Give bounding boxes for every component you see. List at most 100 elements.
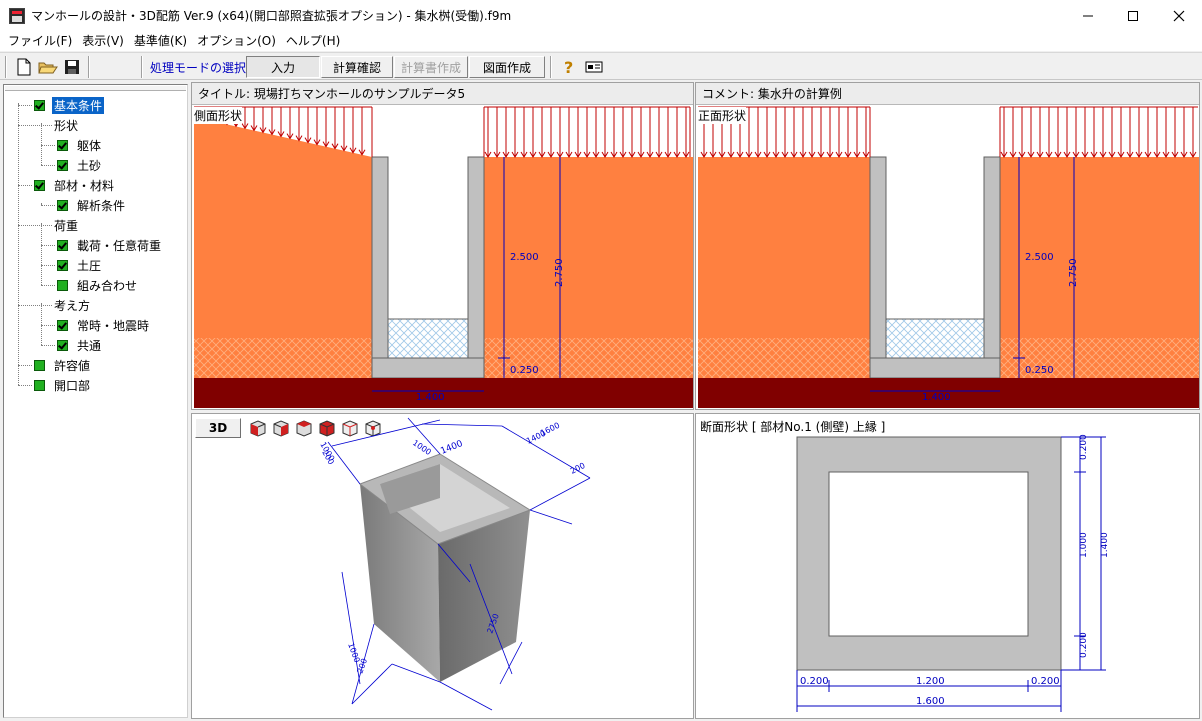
soil-right bbox=[1000, 157, 1199, 338]
dim-height-0250: 0.250 bbox=[1025, 365, 1054, 376]
tree-item-analysis-conditions[interactable]: 解析条件 bbox=[57, 195, 127, 215]
right-wall bbox=[467, 156, 485, 379]
tree-item-earth-pressure[interactable]: 土圧 bbox=[57, 255, 103, 275]
save-disk-icon[interactable] bbox=[61, 56, 83, 78]
tree-guide bbox=[41, 285, 55, 286]
tree-item-label: 開口部 bbox=[54, 378, 91, 393]
tree-guide bbox=[41, 165, 55, 166]
new-file-icon[interactable] bbox=[13, 56, 35, 78]
panel-title: コメント: 集水升の計算例 bbox=[696, 83, 1199, 105]
minimize-button[interactable] bbox=[1065, 0, 1111, 31]
menu-standard-values[interactable]: 基準値(K) bbox=[129, 31, 192, 51]
maximize-button[interactable] bbox=[1110, 0, 1156, 31]
checkbox-icon bbox=[57, 279, 68, 291]
dim-3d-200b: 200 bbox=[320, 449, 335, 467]
close-button[interactable] bbox=[1156, 0, 1202, 31]
toolbar-separator bbox=[88, 56, 90, 78]
open-folder-icon[interactable] bbox=[37, 56, 59, 78]
bottom-slab bbox=[371, 357, 485, 379]
tree-guide bbox=[41, 265, 55, 266]
drawing-create-button[interactable]: 図面作成 bbox=[469, 56, 545, 78]
dim-height-2500: 2.500 bbox=[1025, 252, 1054, 263]
tree-header bbox=[5, 86, 186, 91]
version-info-icon[interactable] bbox=[583, 56, 605, 78]
tree-item-label: 考え方 bbox=[54, 298, 91, 313]
dim-3d-1600: 1600 bbox=[539, 421, 561, 438]
minimize-icon bbox=[1083, 15, 1093, 16]
tree-item-label: 躯体 bbox=[77, 138, 102, 153]
front-view-drawing: 2.500 2.750 0.250 1.400 bbox=[698, 106, 1199, 408]
inner-fill bbox=[387, 318, 469, 359]
tree-item-approach[interactable]: 考え方 bbox=[52, 295, 92, 315]
tree-item-soil[interactable]: 土砂 bbox=[57, 155, 103, 175]
tree-item-body[interactable]: 躯体 bbox=[57, 135, 103, 155]
section-drawing: 0.200 1.000 0.200 1.400 0.200 1.200 0.20… bbox=[796, 434, 1110, 712]
toolbar-separator bbox=[550, 56, 552, 78]
inner-fill bbox=[885, 318, 985, 359]
tree-guide bbox=[18, 105, 32, 106]
load-arrows-right bbox=[1000, 107, 1197, 158]
soil-right bbox=[484, 157, 693, 338]
close-icon bbox=[1173, 10, 1185, 21]
dim-bottom-0200: 0.200 bbox=[1079, 632, 1089, 658]
checkbox-icon bbox=[34, 379, 45, 391]
tree-item-allowable-values[interactable]: 許容値 bbox=[34, 355, 92, 375]
input-tree-panel: 基本条件 形状 躯体 土砂 部材・材料 解析条件 荷重 載荷・任意荷重 土圧 組… bbox=[3, 84, 188, 718]
side-view-drawing: 2.500 2.750 0.250 1.400 bbox=[194, 106, 693, 408]
tree-guide bbox=[18, 125, 52, 126]
mode-select-label: 処理モードの選択 bbox=[150, 61, 247, 75]
tree-guide bbox=[18, 385, 32, 386]
menu-bar: ファイル(F) 表示(V) 基準値(K) オプション(O) ヘルプ(H) bbox=[0, 31, 1202, 51]
section-inner bbox=[828, 471, 1029, 637]
tree-item-label: 形状 bbox=[54, 118, 79, 133]
soil-left bbox=[698, 157, 870, 338]
tree-item-label: 載荷・任意荷重 bbox=[77, 238, 162, 253]
toolbar-grip bbox=[5, 56, 7, 78]
tree-item-loads[interactable]: 荷重 bbox=[52, 215, 80, 235]
tree-item-normal-seismic[interactable]: 常時・地震時 bbox=[57, 315, 151, 335]
menu-help[interactable]: ヘルプ(H) bbox=[281, 31, 345, 51]
tree-item-common[interactable]: 共通 bbox=[57, 335, 103, 355]
tree-guide bbox=[41, 325, 55, 326]
dim-right-0200: 0.200 bbox=[1031, 676, 1060, 687]
dim-height-2750: 2.750 bbox=[554, 258, 565, 287]
tree-item-opening[interactable]: 開口部 bbox=[34, 375, 92, 395]
tree-item-combination[interactable]: 組み合わせ bbox=[57, 275, 139, 295]
panel-title: タイトル: 現場打ちマンホールのサンプルデータ5 bbox=[192, 83, 693, 105]
dim-center-1200: 1.200 bbox=[916, 676, 945, 687]
dim-width-1600: 1.600 bbox=[916, 696, 945, 707]
toolbar: 処理モードの選択 入力 計算確認 計算書作成 図面作成 ? bbox=[0, 52, 1202, 80]
tree-guide bbox=[41, 303, 42, 345]
tree-item-label: 荷重 bbox=[54, 218, 79, 233]
side-view-panel: タイトル: 現場打ちマンホールのサンプルデータ5 2.500 2.750 0.2… bbox=[191, 82, 694, 410]
side-view-label: 側面形状 bbox=[194, 107, 243, 124]
dim-width-1400: 1.400 bbox=[922, 392, 951, 403]
checkbox-icon bbox=[57, 339, 68, 351]
checkbox-icon bbox=[34, 179, 45, 191]
tree-item-surcharge-load[interactable]: 載荷・任意荷重 bbox=[57, 235, 163, 255]
maximize-icon bbox=[1128, 10, 1138, 21]
checkbox-icon bbox=[57, 239, 68, 251]
report-create-button[interactable]: 計算書作成 bbox=[394, 56, 468, 78]
tree-item-members-materials[interactable]: 部材・材料 bbox=[34, 175, 116, 195]
tree-guide bbox=[18, 365, 32, 366]
dim-width-1400: 1.400 bbox=[416, 392, 445, 403]
front-view-label: 正面形状 bbox=[698, 107, 747, 124]
input-mode-button[interactable]: 入力 bbox=[246, 56, 320, 78]
dim-top-0200: 0.200 bbox=[1079, 434, 1089, 460]
dim-height-2750: 2.750 bbox=[1068, 258, 1079, 287]
menu-options[interactable]: オプション(O) bbox=[192, 31, 281, 51]
calc-check-button[interactable]: 計算確認 bbox=[321, 56, 393, 78]
checkbox-icon bbox=[57, 139, 68, 151]
left-wall bbox=[371, 156, 389, 379]
menu-file[interactable]: ファイル(F) bbox=[3, 31, 77, 51]
tree-item-basic-conditions[interactable]: 基本条件 bbox=[34, 95, 105, 115]
load-arrows-right bbox=[484, 107, 690, 158]
app-icon bbox=[9, 7, 25, 24]
tree-item-label: 組み合わせ bbox=[77, 278, 138, 293]
tree-item-label: 基本条件 bbox=[52, 96, 105, 114]
menu-view[interactable]: 表示(V) bbox=[77, 31, 129, 51]
tree-item-shape[interactable]: 形状 bbox=[52, 115, 80, 135]
checkbox-icon bbox=[57, 159, 68, 171]
help-icon[interactable]: ? bbox=[558, 56, 580, 78]
